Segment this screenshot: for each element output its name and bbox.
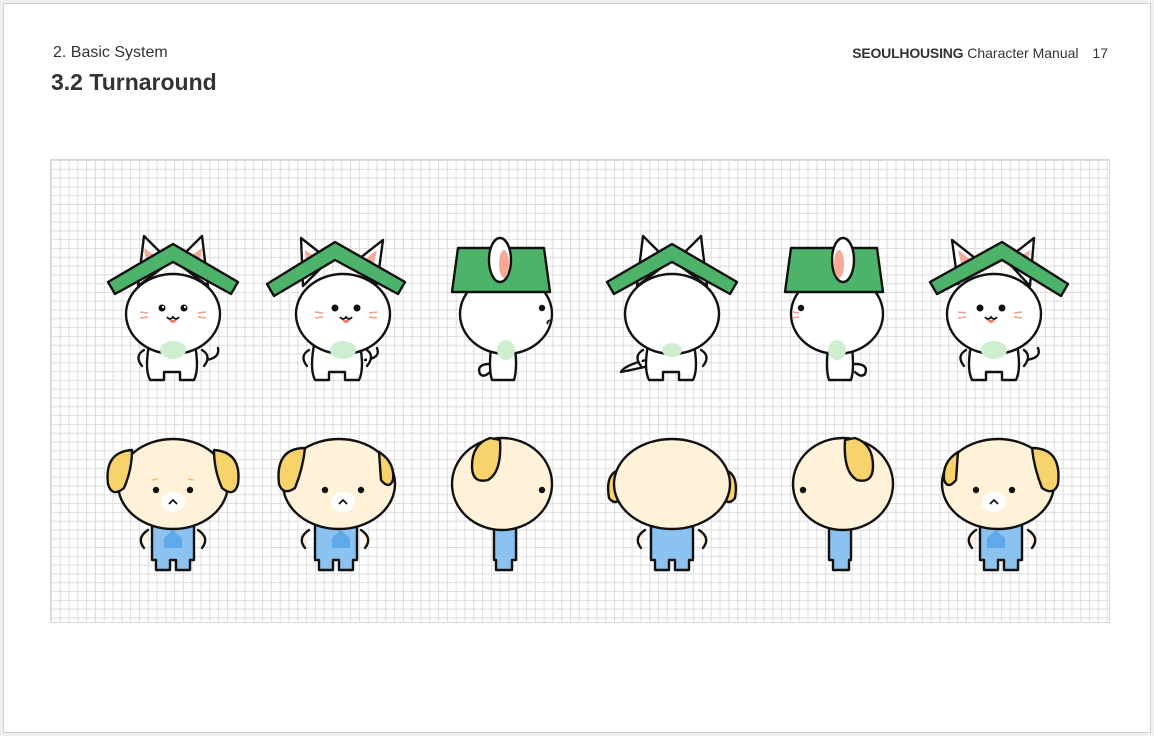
dog-three-quarter-right-view [922,422,1072,592]
cat-side-right-view [765,228,915,398]
dog-turnaround-row [51,422,1109,592]
cat-back-view [597,228,747,398]
dog-three-quarter-left-view [265,422,415,592]
section-label: 2. Basic System [53,44,168,61]
brand-name: SEOULHOUSING [852,45,964,61]
cat-three-quarter-left-view [265,228,415,398]
page-title: 3.2 Turnaround [51,69,217,95]
running-header: SEOULHOUSING Character Manual 17 [852,45,1108,61]
cat-turnaround-row [51,228,1109,398]
dog-back-view [597,422,747,592]
turnaround-grid [50,159,1110,623]
dog-side-left-view [432,422,582,592]
manual-page: 2. Basic System 3.2 Turnaround SEOULHOUS… [3,3,1151,733]
cat-side-left-view [432,228,582,398]
cat-three-quarter-right-view [922,228,1072,398]
manual-name: Character Manual [967,45,1079,61]
cat-front-view [98,228,248,398]
page-number: 17 [1092,45,1108,61]
dog-front-view [98,422,248,592]
dog-side-right-view [765,422,915,592]
